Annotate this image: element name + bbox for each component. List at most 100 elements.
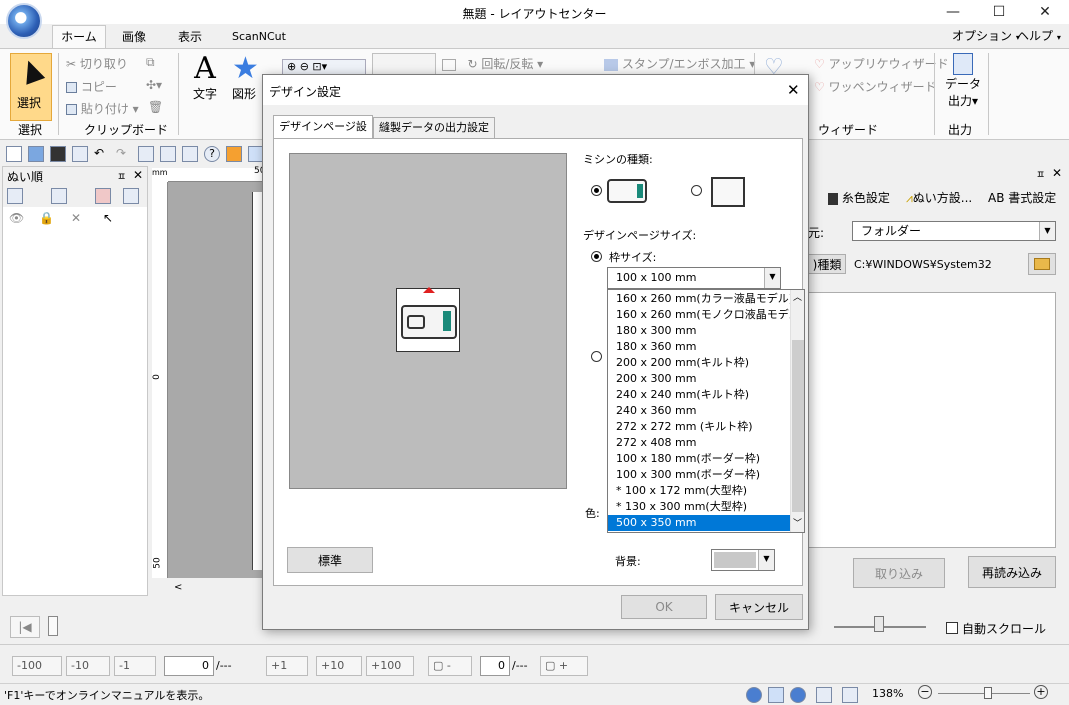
- delete-icon[interactable]: 🗑: [148, 100, 163, 114]
- grid-view-icon[interactable]: [816, 687, 832, 703]
- view-mode-icon-3[interactable]: [790, 687, 806, 703]
- design-canvas[interactable]: [168, 182, 264, 578]
- frame-size-option[interactable]: * 130 x 300 mm(大型枠): [608, 499, 790, 515]
- machine-radio-pro[interactable]: [691, 185, 702, 196]
- step-minus-100[interactable]: -100: [12, 656, 62, 676]
- zoom-thumb[interactable]: [984, 687, 992, 699]
- panel-close-icon[interactable]: ✕: [1052, 166, 1062, 180]
- applique-wizard-button[interactable]: ♡ アップリケウィザード: [814, 55, 949, 72]
- frame-minus-button[interactable]: ▢ -: [428, 656, 472, 676]
- cancel-button[interactable]: キャンセル: [715, 594, 803, 620]
- zoom-out-icon[interactable]: −: [918, 685, 932, 699]
- stamp-emboss-button[interactable]: スタンプ/エンボス加工 ▾: [604, 55, 755, 72]
- step-plus-1[interactable]: +1: [266, 656, 308, 676]
- text-button[interactable]: A 文字: [188, 53, 222, 102]
- scroll-thumb[interactable]: [792, 340, 804, 512]
- frame-size-option[interactable]: 180 x 360 mm: [608, 339, 790, 355]
- tab-scanncut[interactable]: ScanNCut: [232, 30, 286, 43]
- tab-home[interactable]: ホーム: [52, 25, 106, 49]
- close-window-button[interactable]: ✕: [1022, 0, 1068, 24]
- app-logo[interactable]: [6, 3, 42, 39]
- help-icon[interactable]: ?: [204, 146, 220, 162]
- select-button[interactable]: 選択: [10, 53, 52, 121]
- data-output-button[interactable]: データ 出力▾: [942, 53, 984, 109]
- pointer-icon[interactable]: ↖: [103, 211, 113, 225]
- import-button[interactable]: 取り込み: [853, 558, 945, 588]
- dialog-close-button[interactable]: ✕: [787, 81, 800, 99]
- print-preview-icon[interactable]: [72, 146, 88, 162]
- options-menu[interactable]: オプション ▾: [952, 27, 1020, 44]
- slider-thumb[interactable]: [874, 616, 884, 632]
- zoom-slider[interactable]: [834, 610, 926, 632]
- stitch-input[interactable]: 0: [164, 656, 214, 676]
- grid-icon[interactable]: [138, 146, 154, 162]
- lock-icon[interactable]: 🔒: [39, 211, 54, 225]
- sort-icon[interactable]: [51, 188, 67, 204]
- pin-icon[interactable]: ㅍ: [117, 168, 126, 183]
- cross-icon[interactable]: ✕: [71, 211, 81, 225]
- undo-icon[interactable]: ↶: [94, 146, 110, 162]
- ok-button[interactable]: OK: [621, 595, 707, 619]
- source-select[interactable]: フォルダー ▼: [852, 221, 1056, 241]
- panel-close-icon[interactable]: ✕: [133, 168, 143, 182]
- frame-select-icon[interactable]: [123, 188, 139, 204]
- step-minus-10[interactable]: -10: [66, 656, 110, 676]
- rewind-button[interactable]: |◀: [10, 616, 40, 638]
- page-icon[interactable]: [160, 146, 176, 162]
- tab-output-settings[interactable]: 縫製データの出力設定: [373, 117, 495, 139]
- group-icon[interactable]: ✣▾: [146, 78, 162, 92]
- page-view-icon[interactable]: [842, 687, 858, 703]
- scroll-up-icon[interactable]: ︿: [793, 290, 802, 303]
- step-plus-10[interactable]: +10: [316, 656, 362, 676]
- view-mode-icon-2[interactable]: [768, 687, 784, 703]
- reload-button[interactable]: 再読み込み: [968, 556, 1056, 588]
- tab-image[interactable]: 画像: [122, 28, 146, 45]
- tab-thread-color[interactable]: 糸色設定: [828, 189, 890, 206]
- stitch-icon[interactable]: [226, 146, 242, 162]
- step-plus-100[interactable]: +100: [366, 656, 414, 676]
- frame-size-select[interactable]: 100 x 100 mm ▼: [607, 267, 781, 289]
- frame-size-option[interactable]: 500 x 350 mm: [608, 515, 790, 531]
- minimize-button[interactable]: —: [930, 0, 976, 24]
- step-minus-1[interactable]: -1: [114, 656, 156, 676]
- frame-size-option[interactable]: 160 x 260 mm(カラー液晶モデル): [608, 291, 793, 307]
- frame-plus-button[interactable]: ▢ +: [540, 656, 588, 676]
- frame-size-option[interactable]: 200 x 200 mm(キルト枠): [608, 355, 790, 371]
- scroll-down-icon[interactable]: ﹀: [793, 516, 802, 529]
- frame-size-option[interactable]: 160 x 260 mm(モノクロ液晶モデル): [608, 307, 804, 323]
- view-icon[interactable]: [7, 188, 23, 204]
- patch-wizard-button[interactable]: ♡ ワッペンウィザード: [814, 78, 937, 95]
- copy-button[interactable]: コピー: [66, 78, 117, 95]
- frame-size-option[interactable]: 100 x 180 mm(ボーダー枠): [608, 451, 790, 467]
- background-color-select[interactable]: ▼: [711, 549, 775, 571]
- open-folder-icon[interactable]: [28, 146, 44, 162]
- frame-size-radio[interactable]: [591, 251, 602, 262]
- new-file-icon[interactable]: [6, 146, 22, 162]
- frame-size-option[interactable]: * 100 x 172 mm(大型枠): [608, 483, 790, 499]
- frame-input[interactable]: 0: [480, 656, 510, 676]
- custom-size-radio[interactable]: [591, 351, 602, 362]
- tab-font-settings[interactable]: AB 書式設定: [988, 189, 1056, 206]
- eye-icon[interactable]: 👁: [9, 211, 24, 225]
- save-icon[interactable]: [50, 146, 66, 162]
- browse-folder-button[interactable]: [1028, 253, 1056, 275]
- maximize-button[interactable]: ☐: [976, 0, 1022, 24]
- tab-design-page[interactable]: デザインページ設定: [273, 115, 373, 155]
- standard-button[interactable]: 標準: [287, 547, 373, 573]
- frame-size-option[interactable]: 100 x 300 mm(ボーダー枠): [608, 467, 790, 483]
- frame-size-option[interactable]: 240 x 240 mm(キルト枠): [608, 387, 790, 403]
- view-mode-icon-1[interactable]: [746, 687, 762, 703]
- color-icon[interactable]: [95, 188, 111, 204]
- duplicate-icon[interactable]: ⧉: [146, 55, 155, 70]
- paste-button[interactable]: 貼り付け ▾: [66, 100, 139, 117]
- frame-size-option[interactable]: 200 x 300 mm: [608, 371, 790, 387]
- auto-scroll-checkbox[interactable]: [946, 622, 958, 634]
- pin-icon[interactable]: ㅍ: [1036, 166, 1045, 181]
- frame-size-option[interactable]: 180 x 300 mm: [608, 323, 790, 339]
- stitch-slider-thumb[interactable]: [48, 616, 58, 636]
- tab-stitch-settings[interactable]: ⩘ぬい方設...: [906, 189, 972, 206]
- frame-size-option[interactable]: 240 x 360 mm: [608, 403, 790, 419]
- dropdown-scrollbar[interactable]: ︿ ﹀: [790, 290, 804, 532]
- shape-button[interactable]: ★ 図形: [232, 53, 266, 102]
- cut-button[interactable]: ✂ 切り取り: [66, 55, 128, 72]
